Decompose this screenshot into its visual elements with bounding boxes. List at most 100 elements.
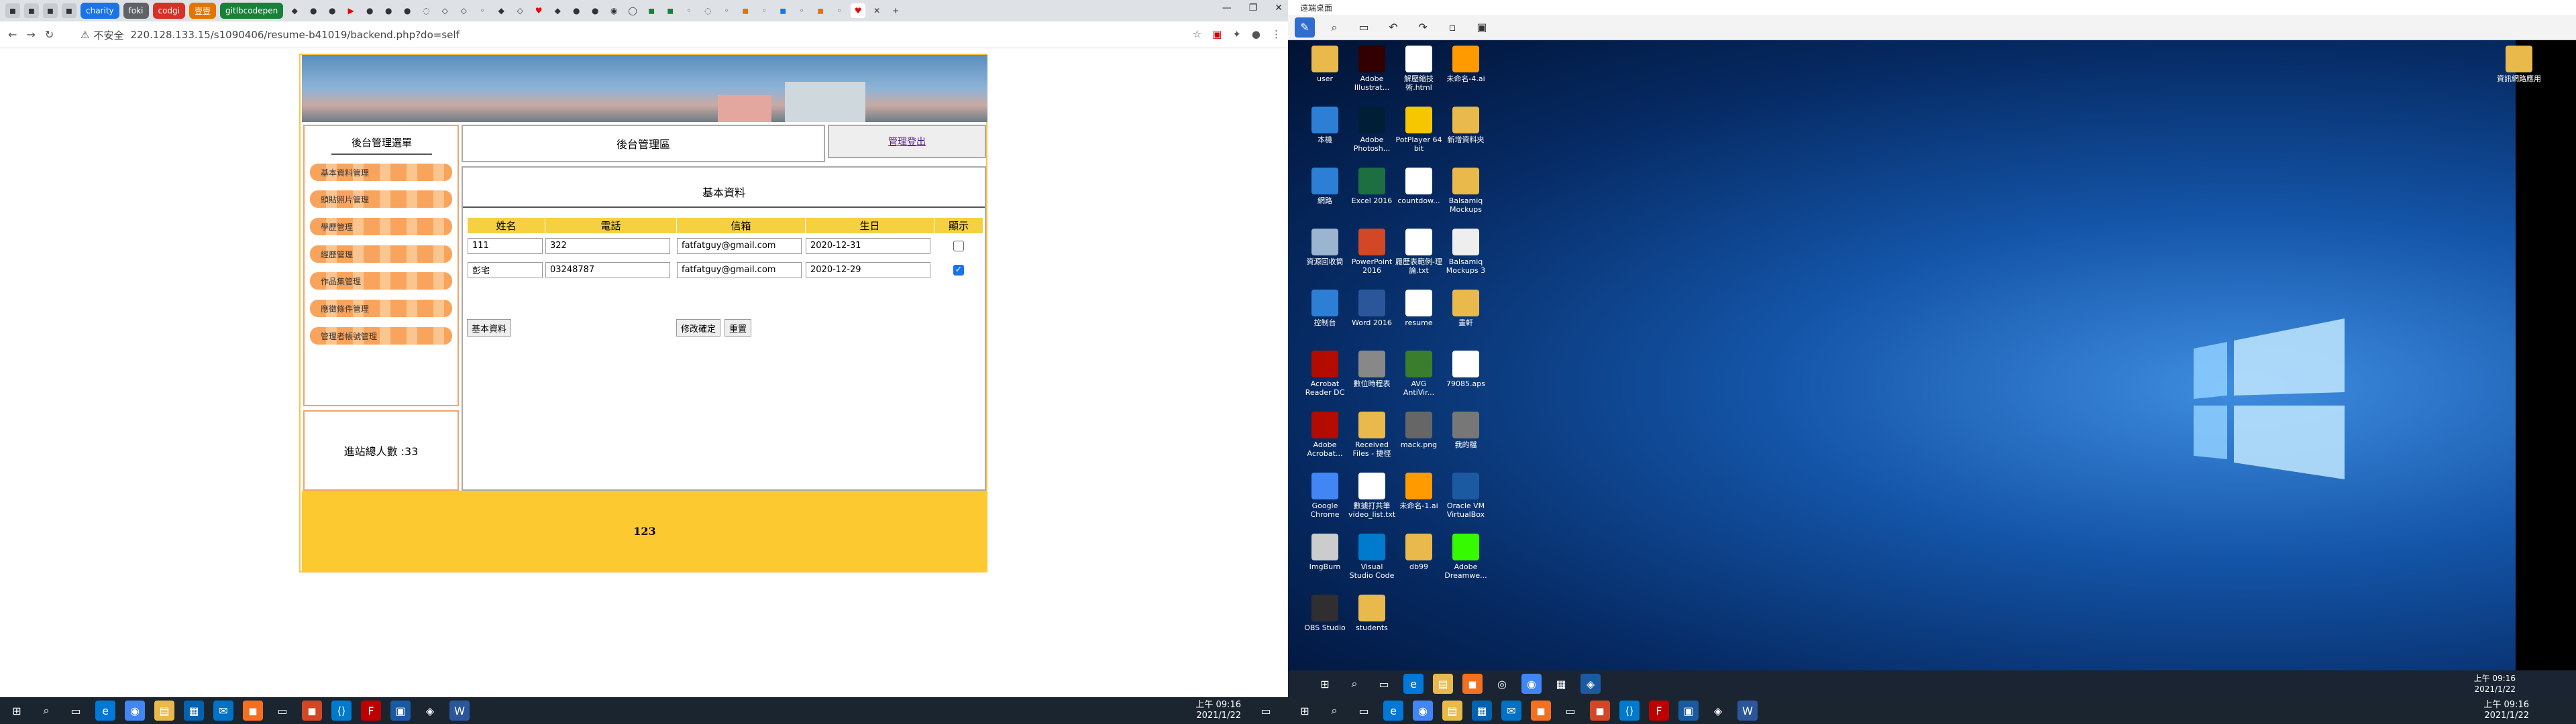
show-checkbox[interactable] — [953, 240, 964, 251]
store-icon[interactable]: ▦ — [184, 701, 204, 721]
github-icon[interactable]: ● — [306, 3, 321, 18]
desktop-icon[interactable]: countdow... — [1395, 168, 1442, 205]
close-icon[interactable]: ✕ — [1275, 3, 1283, 13]
tab-icon[interactable]: ◆ — [494, 3, 508, 18]
tab-icon[interactable]: ◼ — [24, 3, 39, 18]
github-icon[interactable]: ● — [362, 3, 377, 18]
tab-icon[interactable]: ◇ — [456, 3, 471, 18]
forward-icon[interactable]: → — [26, 28, 35, 41]
screen-icon[interactable]: ▭ — [1354, 17, 1374, 38]
app-icon[interactable]: ◈ — [1708, 701, 1728, 721]
extensions-icon[interactable]: ✦ — [1232, 28, 1241, 40]
tab-icon[interactable]: ◦ — [832, 3, 847, 18]
tab-icon[interactable]: ◦ — [794, 3, 809, 18]
menu-item-admin-accounts[interactable]: 管理者帳號管理 — [310, 327, 452, 345]
desktop-icon[interactable]: Excel 2016 — [1348, 168, 1395, 205]
desktop-icon[interactable]: user — [1301, 46, 1348, 83]
menu-item-education[interactable]: 學歷管理 — [310, 218, 452, 235]
reset-button[interactable]: 重置 — [724, 319, 752, 337]
task-view-icon[interactable]: ▭ — [1374, 674, 1394, 694]
desktop-icon[interactable]: 資訊網路應用 — [2496, 46, 2542, 83]
desktop-icon[interactable]: ImgBurn — [1301, 534, 1348, 571]
bookmark-tab[interactable]: gitlbcodepen — [220, 3, 284, 19]
email-field[interactable]: fatfatguy@gmail.com — [677, 261, 802, 278]
edge-icon[interactable]: e — [95, 701, 115, 721]
new-tab-icon[interactable]: + — [888, 3, 903, 18]
tab-icon[interactable]: ◼ — [5, 3, 20, 18]
app-icon[interactable]: ▣ — [390, 701, 411, 721]
search-icon[interactable]: ⌕ — [36, 701, 56, 721]
settings-icon[interactable]: ▣ — [1472, 17, 1492, 38]
app-icon[interactable]: ◼ — [302, 701, 322, 721]
bookmark-tab[interactable]: charity — [80, 3, 119, 19]
desktop-icon[interactable]: Acrobat Reader DC — [1301, 351, 1348, 397]
desktop-icon[interactable]: 數位時程表 — [1348, 351, 1395, 388]
tab-icon[interactable]: ◼ — [43, 3, 58, 18]
basic-info-button[interactable]: 基本資料 — [467, 319, 512, 337]
tab-icon[interactable]: ◇ — [513, 3, 527, 18]
menu-item-photo[interactable]: 頭貼照片管理 — [310, 190, 452, 208]
app-icon[interactable]: ◼ — [1590, 701, 1610, 721]
maximize-icon[interactable]: ❐ — [1249, 3, 1258, 13]
redo-icon[interactable]: ↷ — [1413, 17, 1433, 38]
desktop-icon[interactable]: db99 — [1395, 534, 1442, 571]
vscode-icon[interactable]: ⟨⟩ — [331, 701, 352, 721]
tab-icon[interactable]: ◯ — [625, 3, 640, 18]
desktop-icon[interactable]: Adobe Illustrat... — [1348, 46, 1395, 92]
close-icon[interactable]: ✕ — [869, 3, 884, 18]
github-icon[interactable]: ● — [325, 3, 339, 18]
start-icon[interactable]: ⊞ — [1315, 674, 1335, 694]
desktop-icon[interactable]: 新增資料夾 — [1442, 107, 1489, 144]
desktop-icon[interactable]: Adobe Acrobat... — [1301, 412, 1348, 458]
desktop-icon[interactable]: 79085.aps — [1442, 351, 1489, 388]
tab-icon[interactable]: ◆ — [550, 3, 565, 18]
tab-icon[interactable]: ◦ — [682, 3, 696, 18]
start-icon[interactable]: ⊞ — [1295, 701, 1315, 721]
github-icon[interactable]: ● — [381, 3, 396, 18]
tab-icon[interactable]: ◼ — [813, 3, 828, 18]
app-icon[interactable]: ▣ — [1678, 701, 1699, 721]
app-icon[interactable]: ◈ — [420, 701, 440, 721]
extension-pdf-icon[interactable]: ▣ — [1212, 28, 1222, 40]
tab-icon[interactable]: ◉ — [606, 3, 621, 18]
remote-clock[interactable]: 上午 09:16 2021/1/22 — [2474, 673, 2516, 695]
desktop-icon[interactable]: Visual Studio Code — [1348, 534, 1395, 580]
task-view-icon[interactable]: ▭ — [66, 701, 86, 721]
menu-item-job-conditions[interactable]: 應徵條件管理 — [310, 300, 452, 317]
desktop-icon[interactable]: 資源回收筒 — [1301, 229, 1348, 266]
file-explorer-icon[interactable]: ▤ — [1433, 674, 1453, 694]
desktop-icon[interactable]: Received Files - 捷徑 — [1348, 412, 1395, 458]
word-icon[interactable]: W — [449, 701, 470, 721]
app-icon[interactable]: ▭ — [272, 701, 292, 721]
tab-icon[interactable]: ◼ — [644, 3, 659, 18]
heart-icon[interactable]: ♥ — [531, 3, 546, 18]
desktop-icon[interactable]: 我的檔 — [1442, 412, 1489, 449]
search-icon[interactable]: ⌕ — [1344, 674, 1364, 694]
filezilla-icon[interactable]: F — [1649, 701, 1669, 721]
word-icon[interactable]: W — [1737, 701, 1758, 721]
desktop-icon[interactable]: resume — [1395, 290, 1442, 327]
desktop-icon[interactable]: Oracle VM VirtualBox — [1442, 473, 1489, 519]
tab-icon[interactable]: ◦ — [719, 3, 734, 18]
tab-icon[interactable]: ◦ — [475, 3, 490, 18]
clock[interactable]: 上午 09:16 2021/1/22 — [2483, 700, 2529, 721]
tab-icon[interactable]: ◦ — [757, 3, 771, 18]
chrome-icon[interactable]: ◉ — [1521, 674, 1542, 694]
desktop-icon[interactable]: Adobe Dreamwe... — [1442, 534, 1489, 580]
desktop-icon[interactable]: Google Chrome — [1301, 473, 1348, 519]
desktop-icon[interactable]: 未命名-1.ai — [1395, 473, 1442, 510]
file-explorer-icon[interactable]: ▤ — [154, 701, 174, 721]
reload-icon[interactable]: ↻ — [45, 28, 54, 41]
bookmark-tab[interactable]: foki — [123, 3, 149, 19]
tab-icon[interactable]: ◼ — [62, 3, 76, 18]
star-icon[interactable]: ☆ — [1193, 28, 1201, 40]
clock[interactable]: 上午 09:16 2021/1/22 — [1195, 700, 1241, 721]
store-icon[interactable]: ▦ — [1472, 701, 1492, 721]
tab-icon[interactable]: ◌ — [419, 3, 433, 18]
tab-icon[interactable]: ◇ — [437, 3, 452, 18]
desktop-icon[interactable]: Balsamiq Mockups — [1442, 168, 1489, 214]
desktop-icon[interactable]: 本機 — [1301, 107, 1348, 144]
chrome-icon[interactable]: ◉ — [1413, 701, 1433, 721]
tab-icon[interactable]: ◌ — [700, 3, 715, 18]
phone-field[interactable]: 03248787 — [545, 261, 670, 278]
